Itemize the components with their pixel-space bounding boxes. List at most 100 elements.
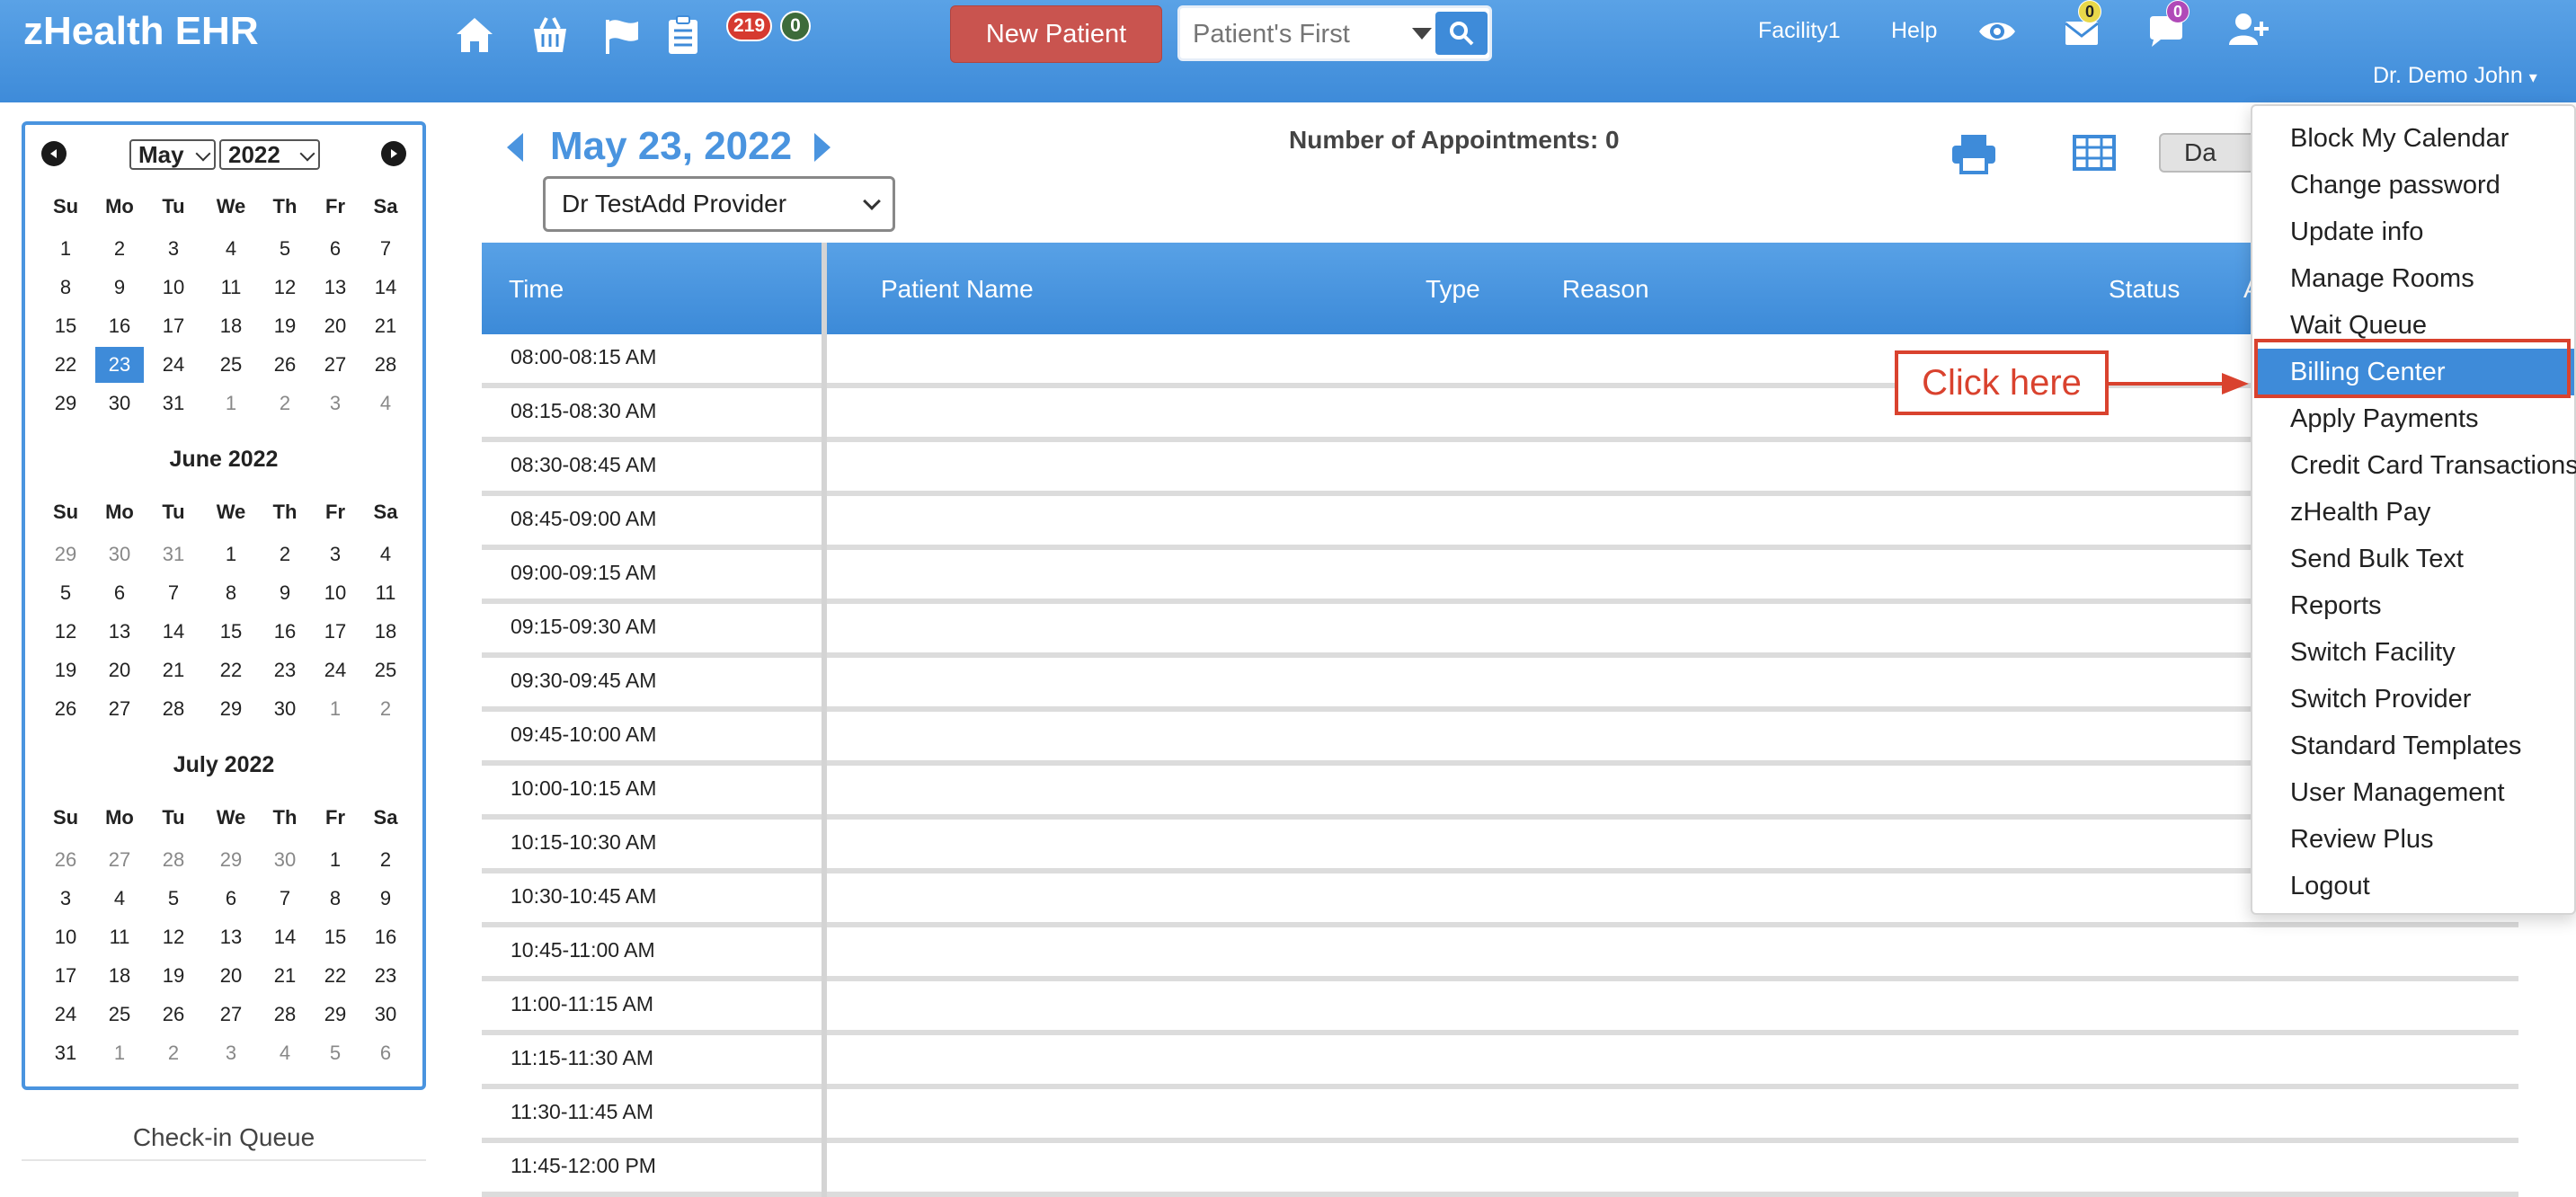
calendar-day[interactable]: 11 (95, 919, 144, 955)
print-button[interactable] (1950, 133, 1997, 174)
calendar-day[interactable]: 19 (41, 652, 90, 688)
calendar-day[interactable]: 5 (41, 575, 90, 611)
calendar-day[interactable]: 12 (41, 614, 90, 650)
column-header-status[interactable]: Status (2109, 275, 2180, 304)
calendar-day[interactable]: 23 (95, 347, 144, 383)
calendar-day[interactable]: 18 (95, 958, 144, 994)
menu-item-update-info[interactable]: Update info (2254, 208, 2574, 255)
menu-item-credit-card-transactions[interactable]: Credit Card Transactions (2254, 442, 2576, 489)
calendar-day[interactable]: 1 (41, 231, 90, 267)
user-menu-trigger[interactable]: Dr. Demo John ▾ (2373, 63, 2537, 89)
calendar-day[interactable]: 20 (95, 652, 144, 688)
calendar-day[interactable]: 2 (361, 842, 410, 878)
notification-badge-red[interactable]: 219 (726, 11, 773, 41)
calendar-day[interactable]: 1 (311, 691, 360, 727)
column-header-reason[interactable]: Reason (1562, 275, 1649, 304)
calendar-day[interactable]: 1 (95, 1035, 144, 1071)
calendar-day[interactable]: 4 (261, 1035, 309, 1071)
time-slot-row[interactable]: 11:30-11:45 AM (482, 1089, 2518, 1143)
menu-item-review-plus[interactable]: Review Plus (2254, 816, 2574, 863)
calendar-day[interactable]: 29 (41, 386, 90, 421)
calendar-day[interactable]: 31 (149, 536, 198, 572)
calendar-day[interactable]: 9 (361, 881, 410, 917)
calendar-day[interactable]: 15 (41, 308, 90, 344)
calendar-day[interactable]: 10 (41, 919, 90, 955)
menu-item-logout[interactable]: Logout (2254, 863, 2574, 909)
flag-icon[interactable] (599, 13, 645, 58)
basket-icon[interactable] (527, 13, 573, 58)
calendar-day[interactable]: 29 (311, 997, 360, 1033)
calendar-day[interactable]: 31 (41, 1035, 90, 1071)
calendar-day[interactable]: 7 (149, 575, 198, 611)
search-button[interactable] (1435, 12, 1488, 55)
eye-icon[interactable] (1974, 9, 2021, 54)
calendar-day[interactable]: 15 (311, 919, 360, 955)
calendar-day[interactable]: 3 (41, 881, 90, 917)
calendar-day[interactable]: 28 (149, 842, 198, 878)
menu-item-zhealth-pay[interactable]: zHealth Pay (2254, 489, 2574, 536)
calendar-day[interactable]: 27 (311, 347, 360, 383)
calendar-day[interactable]: 5 (149, 881, 198, 917)
menu-item-standard-templates[interactable]: Standard Templates (2254, 723, 2574, 769)
calendar-day[interactable]: 20 (311, 308, 360, 344)
time-slot-row[interactable]: 09:00-09:15 AM (482, 550, 2518, 604)
calendar-day[interactable]: 3 (207, 1035, 255, 1071)
calendar-day[interactable]: 13 (311, 270, 360, 306)
calendar-day[interactable]: 23 (361, 958, 410, 994)
calendar-day[interactable]: 24 (311, 652, 360, 688)
calendar-day[interactable]: 9 (95, 270, 144, 306)
calendar-day[interactable]: 7 (361, 231, 410, 267)
time-slot-row[interactable]: 10:45-11:00 AM (482, 927, 2518, 981)
notification-badge-green[interactable]: 0 (780, 11, 811, 41)
add-user-icon[interactable] (2225, 7, 2272, 52)
time-slot-row[interactable]: 08:00-08:15 AM (482, 334, 2518, 388)
calendar-day[interactable]: 2 (95, 231, 144, 267)
calendar-day[interactable]: 20 (207, 958, 255, 994)
calendar-day[interactable]: 4 (361, 536, 410, 572)
calendar-day[interactable]: 3 (311, 536, 360, 572)
calendar-day[interactable]: 5 (261, 231, 309, 267)
next-month-button[interactable] (381, 141, 406, 166)
calendar-day[interactable]: 10 (149, 270, 198, 306)
calendar-day[interactable]: 16 (361, 919, 410, 955)
calendar-day[interactable]: 9 (261, 575, 309, 611)
calendar-day[interactable]: 6 (207, 881, 255, 917)
home-icon[interactable] (451, 13, 498, 58)
calendar-day[interactable]: 13 (95, 614, 144, 650)
calendar-day[interactable]: 15 (207, 614, 255, 650)
time-slot-row[interactable]: 11:45-12:00 PM (482, 1143, 2518, 1197)
calendar-day[interactable]: 30 (361, 997, 410, 1033)
time-slot-row[interactable]: 09:45-10:00 AM (482, 712, 2518, 766)
time-slot-row[interactable]: 11:15-11:30 AM (482, 1035, 2518, 1089)
calendar-day[interactable]: 14 (261, 919, 309, 955)
patient-search-input[interactable] (1193, 17, 1390, 51)
month-select[interactable]: May (129, 139, 216, 170)
calendar-day[interactable]: 24 (41, 997, 90, 1033)
calendar-day[interactable]: 6 (311, 231, 360, 267)
time-slot-row[interactable]: 10:30-10:45 AM (482, 873, 2518, 927)
calendar-day[interactable]: 8 (311, 881, 360, 917)
calendar-day[interactable]: 3 (149, 231, 198, 267)
calendar-day[interactable]: 6 (361, 1035, 410, 1071)
calendar-day[interactable]: 26 (41, 691, 90, 727)
calendar-day[interactable]: 2 (361, 691, 410, 727)
grid-view-button[interactable] (2073, 135, 2116, 171)
menu-item-switch-facility[interactable]: Switch Facility (2254, 629, 2574, 676)
calendar-day[interactable]: 22 (41, 347, 90, 383)
calendar-day[interactable]: 3 (311, 386, 360, 421)
calendar-day[interactable]: 6 (95, 575, 144, 611)
calendar-day[interactable]: 17 (311, 614, 360, 650)
calendar-day[interactable]: 22 (207, 652, 255, 688)
calendar-day[interactable]: 22 (311, 958, 360, 994)
calendar-day[interactable]: 8 (41, 270, 90, 306)
column-header-patient-name[interactable]: Patient Name (881, 275, 1034, 304)
calendar-day[interactable]: 5 (311, 1035, 360, 1071)
calendar-day[interactable]: 13 (207, 919, 255, 955)
menu-item-send-bulk-text[interactable]: Send Bulk Text (2254, 536, 2574, 582)
calendar-day[interactable]: 31 (149, 386, 198, 421)
new-patient-button[interactable]: New Patient (950, 5, 1162, 63)
calendar-day[interactable]: 2 (261, 536, 309, 572)
time-slot-row[interactable]: 08:30-08:45 AM (482, 442, 2518, 496)
calendar-day[interactable]: 28 (261, 997, 309, 1033)
time-slot-row[interactable]: 10:15-10:30 AM (482, 820, 2518, 873)
